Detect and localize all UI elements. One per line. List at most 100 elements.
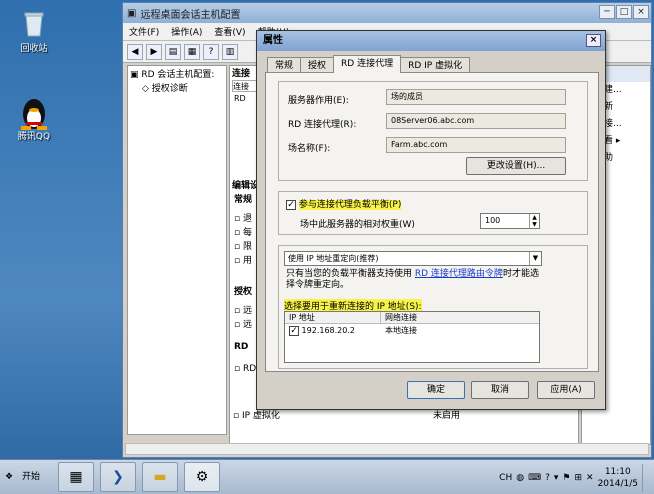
windows-logo-icon: ❖ bbox=[5, 472, 14, 482]
recycle-bin-shortcut[interactable]: 回收站 bbox=[6, 8, 62, 54]
general-section-header: 常规 bbox=[234, 195, 253, 205]
submenu-arrow-icon: ▸ bbox=[615, 136, 621, 146]
edit-settings-list: ▫ 退 ▫ 每 ▫ 限 ▫ 用 bbox=[234, 212, 252, 268]
list-item[interactable]: ▫ 用 bbox=[234, 254, 252, 268]
help-icon[interactable]: ? bbox=[203, 43, 219, 60]
list-item[interactable]: ▫ 退 bbox=[234, 212, 252, 226]
properties-dialog: 属性 × 常规 授权 RD 连接代理 RD IP 虚拟化 服务器作用(E): 场… bbox=[256, 30, 606, 410]
load-balancing-checkbox[interactable]: ✓ bbox=[286, 199, 296, 210]
clock-date: 2014/1/5 bbox=[597, 479, 638, 489]
redirection-dropdown[interactable]: 使用 IP 地址重定向(推荐) ▼ bbox=[284, 251, 542, 266]
show-desktop-button[interactable] bbox=[642, 464, 650, 492]
language-indicator[interactable]: CH bbox=[499, 473, 512, 483]
taskbar: ❖ 开始 ▦ ❯ ▬ ⚙ CH ◍ ⌨ ? ▾ ⚑ ⊞ ✕ 11:10 2014… bbox=[0, 459, 654, 494]
connections-header: 连接 bbox=[232, 69, 251, 79]
dialog-title: 属性 bbox=[263, 35, 283, 46]
menu-view[interactable]: 查看(V) bbox=[214, 25, 245, 38]
tab-rd-connection-broker[interactable]: RD 连接代理 bbox=[333, 55, 402, 73]
tree-item-root[interactable]: ▣ RD 会话主机配置: bbox=[130, 68, 224, 82]
maximize-button[interactable]: □ bbox=[616, 5, 632, 19]
tab-rd-ip-virtualization[interactable]: RD IP 虚拟化 bbox=[400, 57, 471, 73]
routing-token-link[interactable]: RD 连接代理路由令牌 bbox=[415, 269, 503, 279]
load-balancing-label: 参与连接代理负载平衡(P) bbox=[298, 200, 402, 210]
console-tree: ▣ RD 会话主机配置: ◇ 授权诊断 bbox=[127, 65, 227, 435]
ip-cell: ✓ 192.168.20.2 bbox=[285, 324, 381, 338]
ok-button[interactable]: 确定 bbox=[407, 381, 465, 399]
broker-field: 08Server06.abc.com bbox=[386, 113, 566, 129]
qq-label: 腾讯QQ bbox=[17, 132, 51, 142]
properties-icon[interactable]: ▦ bbox=[184, 43, 200, 60]
menu-file[interactable]: 文件(F) bbox=[129, 25, 159, 38]
clock[interactable]: 11:10 2014/1/5 bbox=[598, 466, 638, 490]
tab-licensing[interactable]: 授权 bbox=[300, 57, 335, 73]
dialog-close-button[interactable]: × bbox=[586, 34, 601, 47]
list-item[interactable]: ▫ 每 bbox=[234, 226, 252, 240]
back-arrow-icon[interactable]: ◀ bbox=[127, 43, 143, 60]
rdsh-config-task[interactable]: ⚙ bbox=[184, 462, 220, 492]
cancel-button[interactable]: 取消 bbox=[471, 381, 529, 399]
keyboard-icon[interactable]: ⌨ bbox=[528, 473, 541, 483]
tab-general[interactable]: 常规 bbox=[267, 57, 302, 73]
list-item[interactable]: ▫ 远 bbox=[234, 318, 252, 332]
edit-settings-header: 编辑设 bbox=[232, 181, 260, 191]
main-title-bar[interactable]: ▣ 远程桌面会话主机配置 ─ □ × bbox=[123, 3, 651, 23]
broker-label: RD 连接代理(R): bbox=[288, 120, 357, 130]
clock-time: 11:10 bbox=[604, 467, 631, 477]
farm-name-field: Farm.abc.com bbox=[386, 137, 566, 153]
start-button[interactable]: ❖ 开始 bbox=[2, 466, 48, 488]
license-list: ▫ 远 ▫ 远 bbox=[234, 304, 252, 332]
server-manager-icon: ▦ bbox=[69, 469, 83, 485]
change-settings-button[interactable]: 更改设置(H)... bbox=[466, 157, 566, 175]
farm-name-label: 场名称(F): bbox=[288, 144, 331, 154]
console-tree-icon[interactable]: ▤ bbox=[165, 43, 181, 60]
minimize-button[interactable]: ─ bbox=[599, 5, 615, 19]
ip-value: 192.168.20.2 bbox=[301, 326, 355, 335]
ip-column-header[interactable]: IP 地址 bbox=[285, 312, 381, 323]
show-actions-icon[interactable]: ▥ bbox=[222, 43, 238, 60]
apply-button[interactable]: 应用(A) bbox=[537, 381, 595, 399]
redirection-note: 只有当您的负载平衡器支持使用 RD 连接代理路由令牌时才能选择令牌重定向。 bbox=[286, 269, 546, 291]
ime-icon[interactable]: ◍ bbox=[516, 473, 524, 483]
tree-item-license-diag[interactable]: ◇ 授权诊断 bbox=[130, 82, 224, 96]
server-manager-task[interactable]: ▦ bbox=[58, 462, 94, 492]
list-item[interactable]: ▫ 远 bbox=[234, 304, 252, 318]
horizontal-scrollbar[interactable] bbox=[125, 443, 649, 455]
server-role-field: 场的成员 bbox=[386, 89, 566, 105]
ip-row-checkbox[interactable]: ✓ bbox=[289, 325, 299, 336]
license-section-header: 授权 bbox=[234, 287, 253, 297]
spinner-arrows-icon[interactable]: ▲ ▼ bbox=[529, 214, 539, 228]
ip-list-header: IP 地址 网络连接 bbox=[285, 312, 539, 324]
help-tray-icon[interactable]: ? bbox=[545, 473, 550, 483]
weight-spinner[interactable]: 100 ▲ ▼ bbox=[480, 213, 540, 229]
powershell-task[interactable]: ❯ bbox=[100, 462, 136, 492]
start-label: 开始 bbox=[22, 472, 41, 482]
main-window-title: 远程桌面会话主机配置 bbox=[140, 9, 241, 21]
dialog-title-bar[interactable]: 属性 × bbox=[257, 31, 605, 51]
tray-chevron-icon[interactable]: ▾ bbox=[554, 473, 559, 483]
dialog-tabs: 常规 授权 RD 连接代理 RD IP 虚拟化 bbox=[267, 55, 471, 73]
menu-action[interactable]: 操作(A) bbox=[171, 25, 202, 38]
qq-shortcut[interactable]: 腾讯QQ bbox=[6, 96, 62, 142]
rdsh-config-icon: ⚙ bbox=[195, 469, 209, 485]
close-button[interactable]: × bbox=[633, 5, 649, 19]
broker-tab-panel: 服务器作用(E): 场的成员 RD 连接代理(R): 08Server06.ab… bbox=[265, 72, 599, 372]
weight-value: 100 bbox=[485, 216, 501, 225]
load-balancing-row: ✓ 参与连接代理负载平衡(P) bbox=[286, 197, 402, 210]
chevron-down-icon[interactable]: ▼ bbox=[529, 252, 541, 265]
flag-icon[interactable]: ⚑ bbox=[562, 473, 570, 483]
app-icon: ▣ bbox=[127, 7, 137, 19]
list-item[interactable]: ▫ RD bbox=[234, 364, 256, 374]
network-icon[interactable]: ⊞ bbox=[574, 473, 582, 483]
connection-row[interactable]: RD bbox=[234, 94, 246, 103]
system-tray: CH ◍ ⌨ ? ▾ ⚑ ⊞ ✕ 11:10 2014/1/5 bbox=[499, 464, 650, 492]
redirection-selected-value: 使用 IP 地址重定向(推荐) bbox=[288, 254, 379, 263]
table-row[interactable]: ✓ 192.168.20.2 本地连接 bbox=[285, 324, 539, 338]
explorer-task[interactable]: ▬ bbox=[142, 462, 178, 492]
note-prefix: 只有当您的负载平衡器支持使用 bbox=[286, 269, 413, 279]
server-role-label: 服务器作用(E): bbox=[288, 96, 349, 106]
forward-arrow-icon[interactable]: ▶ bbox=[146, 43, 162, 60]
network-column-header[interactable]: 网络连接 bbox=[381, 312, 417, 323]
list-item[interactable]: ▫ 限 bbox=[234, 240, 252, 254]
ip-address-list: IP 地址 网络连接 ✓ 192.168.20.2 本地连接 bbox=[284, 311, 540, 363]
volume-muted-icon[interactable]: ✕ bbox=[586, 473, 594, 483]
